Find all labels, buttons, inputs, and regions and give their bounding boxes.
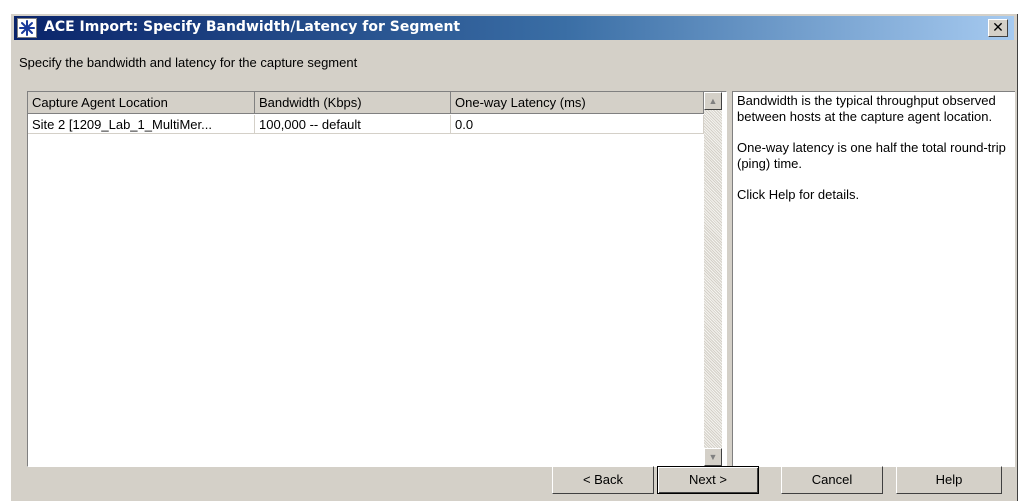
scroll-up-arrow-icon[interactable]: ▲ [704,92,722,110]
help-panel: Bandwidth is the typical throughput obse… [732,91,1015,467]
help-latency-text: One-way latency is one half the total ro… [737,140,1006,171]
back-button[interactable]: < Back [552,466,654,494]
dialog-window: ACE Import: Specify Bandwidth/Latency fo… [10,13,1018,501]
window-title: ACE Import: Specify Bandwidth/Latency fo… [44,19,461,35]
instruction-text: Specify the bandwidth and latency for th… [19,55,358,70]
cell-location[interactable]: Site 2 [1209_Lab_1_MultiMer... [28,115,255,134]
ace-star-icon [17,18,37,38]
title-bar[interactable]: ACE Import: Specify Bandwidth/Latency fo… [14,16,1014,40]
column-header-location[interactable]: Capture Agent Location [28,92,255,114]
close-button[interactable]: ✕ [988,19,1008,37]
help-button[interactable]: Help [896,466,1002,494]
scroll-down-arrow-icon[interactable]: ▼ [704,448,722,466]
cell-latency[interactable]: 0.0 [451,115,704,134]
vertical-scrollbar[interactable]: ▲ ▼ [704,92,722,466]
help-details-text: Click Help for details. [737,187,860,202]
help-bandwidth-text: Bandwidth is the typical throughput obse… [737,93,996,124]
segment-table: Capture Agent Location Bandwidth (Kbps) … [27,91,727,467]
next-button[interactable]: Next > [657,466,759,494]
column-header-latency[interactable]: One-way Latency (ms) [451,92,704,114]
cell-bandwidth[interactable]: 100,000 -- default [255,115,451,134]
column-header-bandwidth[interactable]: Bandwidth (Kbps) [255,92,451,114]
cancel-button[interactable]: Cancel [781,466,883,494]
